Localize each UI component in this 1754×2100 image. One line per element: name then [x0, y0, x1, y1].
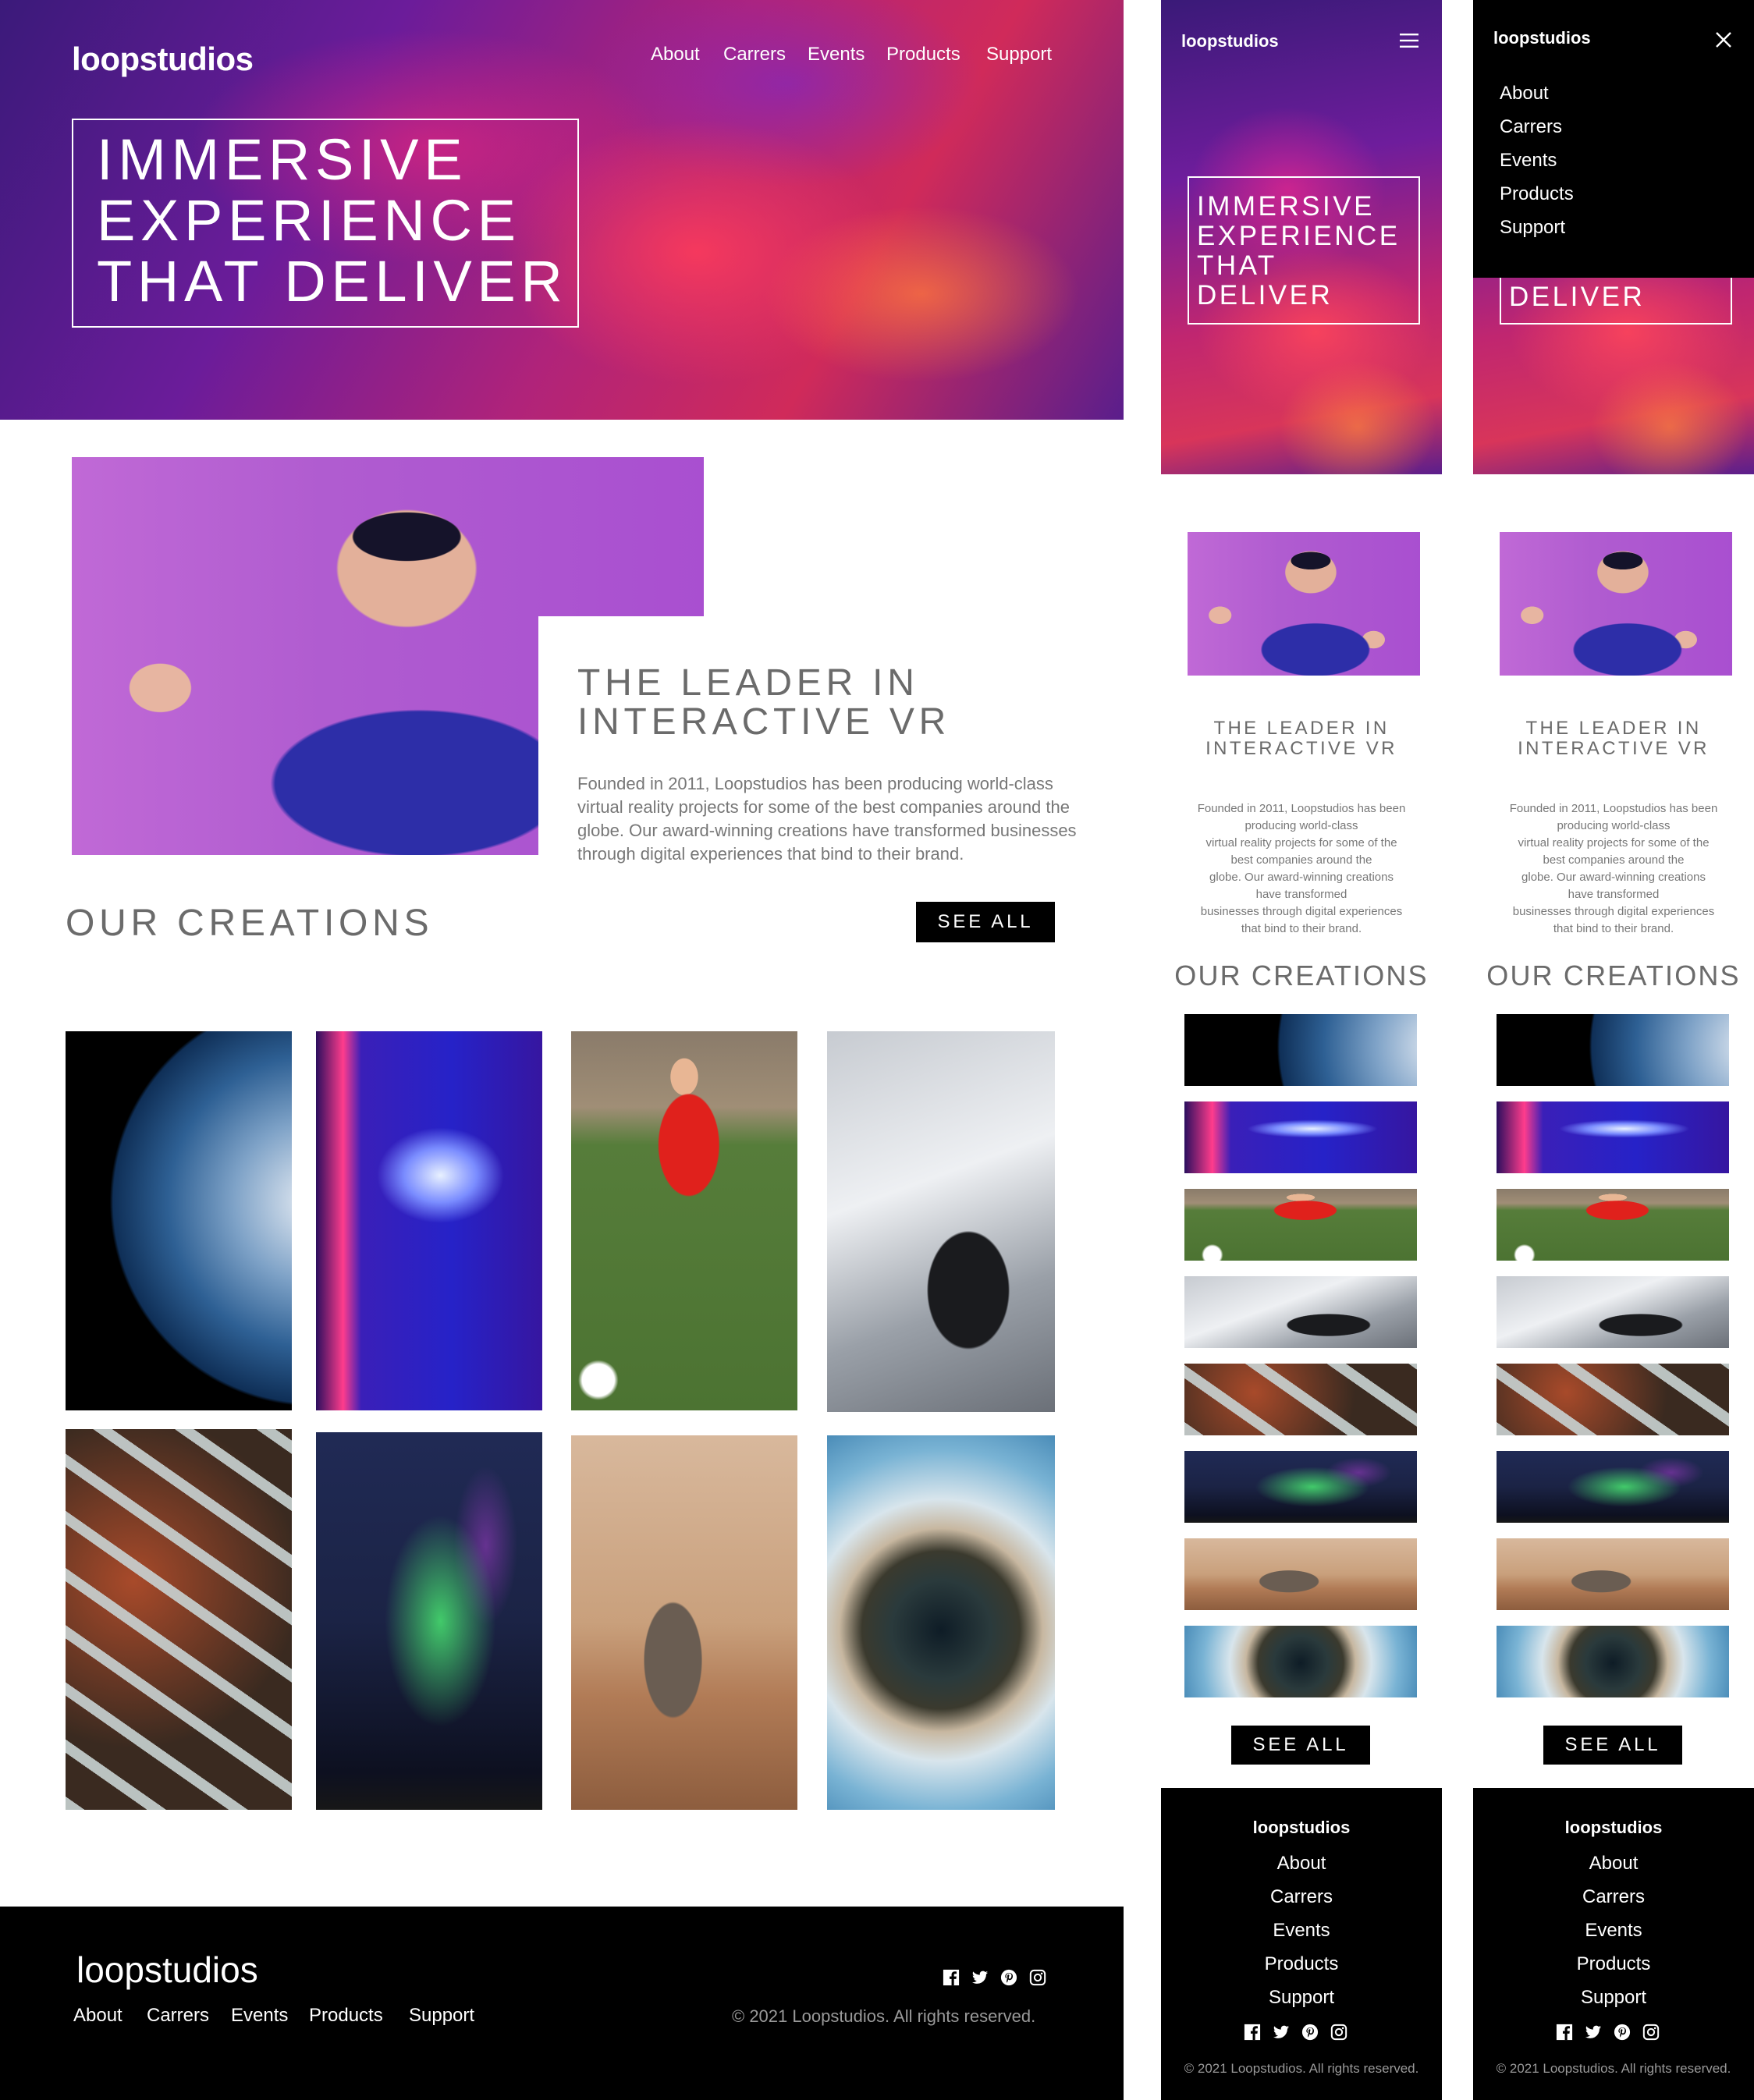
nav-events-link[interactable]: Events: [808, 44, 865, 66]
footer-logo[interactable]: loopstudios: [76, 1949, 258, 1991]
footer-products-link[interactable]: Products: [309, 2005, 383, 2027]
hero-title-line-1: IMMERSIVE: [97, 127, 468, 192]
creation-soccer[interactable]: [571, 1031, 797, 1410]
mobile-footer-about-link[interactable]: About: [1161, 1853, 1442, 1875]
mobile-footer-nav: About Carrers Events Products Support: [1161, 0, 1442, 2100]
nav-support-link[interactable]: Support: [986, 44, 1052, 66]
hero-title-line-2: EXPERIENCE: [97, 188, 521, 253]
creation-race-car[interactable]: [827, 1031, 1055, 1412]
creation-earth[interactable]: [66, 1031, 292, 1410]
intro-text: Founded in 2011, Loopstudios has been pr…: [577, 774, 1077, 864]
see-all-button[interactable]: SEE ALL: [916, 902, 1055, 942]
twitter-icon[interactable]: [1585, 2024, 1602, 2041]
creation-mars-rover[interactable]: [571, 1435, 797, 1810]
desktop-footer: [0, 1907, 1124, 2100]
creations-title: OUR CREATIONS: [66, 903, 434, 944]
facebook-icon[interactable]: [943, 1969, 960, 1986]
nav-products-link[interactable]: Products: [886, 44, 960, 66]
footer-copyright: © 2021 Loopstudios. All rights reserved.: [732, 2006, 1036, 2026]
creation-tiny-planet[interactable]: [827, 1435, 1055, 1810]
nav-about-link[interactable]: About: [651, 44, 700, 66]
intro-title-line-2: INTERACTIVE VR: [577, 701, 951, 743]
mobile-2-footer-events-link[interactable]: Events: [1473, 1920, 1754, 1942]
mobile-footer-copyright: © 2021 Loopstudios. All rights reserved.: [1184, 2061, 1419, 2076]
pinterest-icon[interactable]: [1614, 2024, 1631, 2041]
nav-carrers-link[interactable]: Carrers: [723, 44, 786, 66]
footer-events-link[interactable]: Events: [231, 2005, 288, 2027]
mobile-2-footer-products-link[interactable]: Products: [1473, 1953, 1754, 1975]
instagram-icon[interactable]: [1330, 2024, 1347, 2041]
creation-winding-road[interactable]: [66, 1429, 292, 1810]
instagram-icon[interactable]: [1642, 2024, 1660, 2041]
mobile-2-footer-carrers-link[interactable]: Carrers: [1473, 1886, 1754, 1908]
intro-title-line-1: THE LEADER IN: [577, 662, 919, 704]
footer-carrers-link[interactable]: Carrers: [147, 2005, 209, 2027]
mobile-2-footer-about-link[interactable]: About: [1473, 1853, 1754, 1875]
instagram-icon[interactable]: [1029, 1969, 1046, 1986]
creation-aurora[interactable]: [316, 1432, 542, 1810]
facebook-icon[interactable]: [1244, 2024, 1261, 2041]
mobile-2-footer-nav: About Carrers Events Products Support: [1473, 0, 1754, 2100]
facebook-icon[interactable]: [1556, 2024, 1573, 2041]
mobile-2-footer-copyright: © 2021 Loopstudios. All rights reserved.: [1496, 2061, 1731, 2076]
creation-skee-ball[interactable]: [316, 1031, 542, 1410]
mobile-footer-carrers-link[interactable]: Carrers: [1161, 1886, 1442, 1908]
mobile-footer-events-link[interactable]: Events: [1161, 1920, 1442, 1942]
hero-title-line-3: THAT DELIVER: [97, 249, 568, 314]
pinterest-icon[interactable]: [1301, 2024, 1319, 2041]
pinterest-icon[interactable]: [1000, 1969, 1017, 1986]
twitter-icon[interactable]: [971, 1969, 989, 1986]
mobile-2-footer-support-link[interactable]: Support: [1473, 1987, 1754, 2009]
header-logo[interactable]: loopstudios: [72, 41, 254, 78]
mobile-footer-support-link[interactable]: Support: [1161, 1987, 1442, 2009]
mobile-footer-products-link[interactable]: Products: [1161, 1953, 1442, 1975]
footer-about-link[interactable]: About: [73, 2005, 122, 2027]
footer-support-link[interactable]: Support: [409, 2005, 474, 2027]
twitter-icon[interactable]: [1273, 2024, 1290, 2041]
